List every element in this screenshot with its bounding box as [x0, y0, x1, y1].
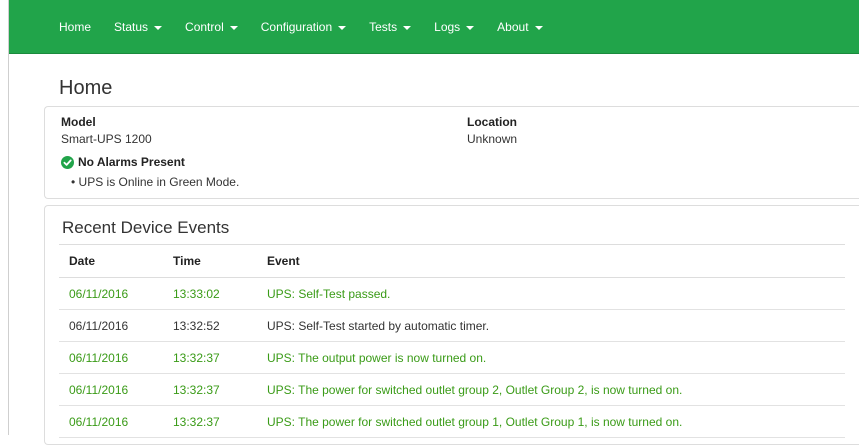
- caret-down-icon: [229, 25, 238, 30]
- recent-events-panel: Recent Device Events Date Time Event 06/…: [44, 205, 859, 445]
- nav-tests-dropdown[interactable]: Tests: [369, 20, 412, 34]
- event-description: UPS: The output power is now turned on.: [257, 341, 845, 374]
- event-description: UPS: Self-Test started by automatic time…: [257, 309, 845, 342]
- nav-menu: Home Status Control Configuration Tests …: [59, 0, 543, 54]
- nav-tests-label: Tests: [369, 20, 398, 34]
- nav-control-dropdown[interactable]: Control: [185, 20, 238, 34]
- nav-about-label: About: [497, 20, 529, 34]
- event-description: UPS: The power for switched outlet group…: [257, 405, 845, 438]
- event-time: 13:32:37: [163, 373, 257, 406]
- column-header-time: Time: [163, 244, 257, 278]
- device-info-panel: Model Smart-UPS 1200 Location Unknown No…: [44, 106, 859, 199]
- nav-home[interactable]: Home: [59, 20, 91, 34]
- check-circle-icon: [61, 155, 74, 169]
- events-title: Recent Device Events: [62, 218, 230, 237]
- event-date: 06/11/2016: [59, 405, 163, 438]
- table-row: 06/11/2016 13:32:52 UPS: Self-Test start…: [59, 309, 845, 342]
- event-date: 06/11/2016: [59, 309, 163, 342]
- caret-down-icon: [338, 25, 347, 30]
- caret-down-icon: [466, 25, 475, 30]
- table-row: 06/11/2016 13:32:37 UPS: The power for s…: [59, 373, 845, 406]
- event-time: 13:33:02: [163, 277, 257, 310]
- event-description: UPS: Self-Test passed.: [257, 277, 845, 310]
- nav-logs-dropdown[interactable]: Logs: [434, 20, 475, 34]
- nav-logs-label: Logs: [434, 20, 461, 34]
- event-date: 06/11/2016: [59, 277, 163, 310]
- window-left-edge: [0, 0, 9, 435]
- caret-down-icon: [403, 25, 412, 30]
- alarm-detail: • UPS is Online in Green Mode.: [71, 175, 240, 189]
- nav-status-dropdown[interactable]: Status: [114, 20, 163, 34]
- alarm-title: No Alarms Present: [78, 155, 185, 169]
- table-row: 06/11/2016 13:33:02 UPS: Self-Test passe…: [59, 277, 845, 310]
- event-description: UPS: The power for switched outlet group…: [257, 373, 845, 406]
- alarm-status: No Alarms Present: [61, 155, 185, 169]
- top-navbar: Home Status Control Configuration Tests …: [9, 0, 859, 54]
- page-title: Home: [59, 77, 113, 99]
- event-time: 13:32:52: [163, 309, 257, 342]
- event-time: 13:32:37: [163, 341, 257, 374]
- column-header-date: Date: [59, 244, 163, 278]
- table-row: 06/11/2016 13:32:37 UPS: The power for s…: [59, 405, 845, 438]
- event-date: 06/11/2016: [59, 373, 163, 406]
- events-header-row: Date Time Event: [59, 244, 845, 278]
- caret-down-icon: [154, 25, 163, 30]
- model-label: Model: [61, 115, 96, 129]
- nav-status-label: Status: [114, 20, 149, 34]
- nav-configuration-label: Configuration: [260, 20, 333, 34]
- events-table: Date Time Event 06/11/2016 13:33:02 UPS:…: [59, 244, 845, 438]
- nav-configuration-dropdown[interactable]: Configuration: [260, 20, 347, 34]
- nav-control-label: Control: [185, 20, 224, 34]
- column-header-event: Event: [257, 244, 845, 278]
- model-value: Smart-UPS 1200: [61, 132, 152, 146]
- event-time: 13:32:37: [163, 405, 257, 438]
- caret-down-icon: [534, 25, 543, 30]
- nav-about-dropdown[interactable]: About: [497, 20, 543, 34]
- location-label: Location: [467, 115, 517, 129]
- nav-home-label: Home: [59, 20, 92, 34]
- table-row: 06/11/2016 13:32:37 UPS: The output powe…: [59, 341, 845, 374]
- location-value: Unknown: [467, 132, 518, 146]
- event-date: 06/11/2016: [59, 341, 163, 374]
